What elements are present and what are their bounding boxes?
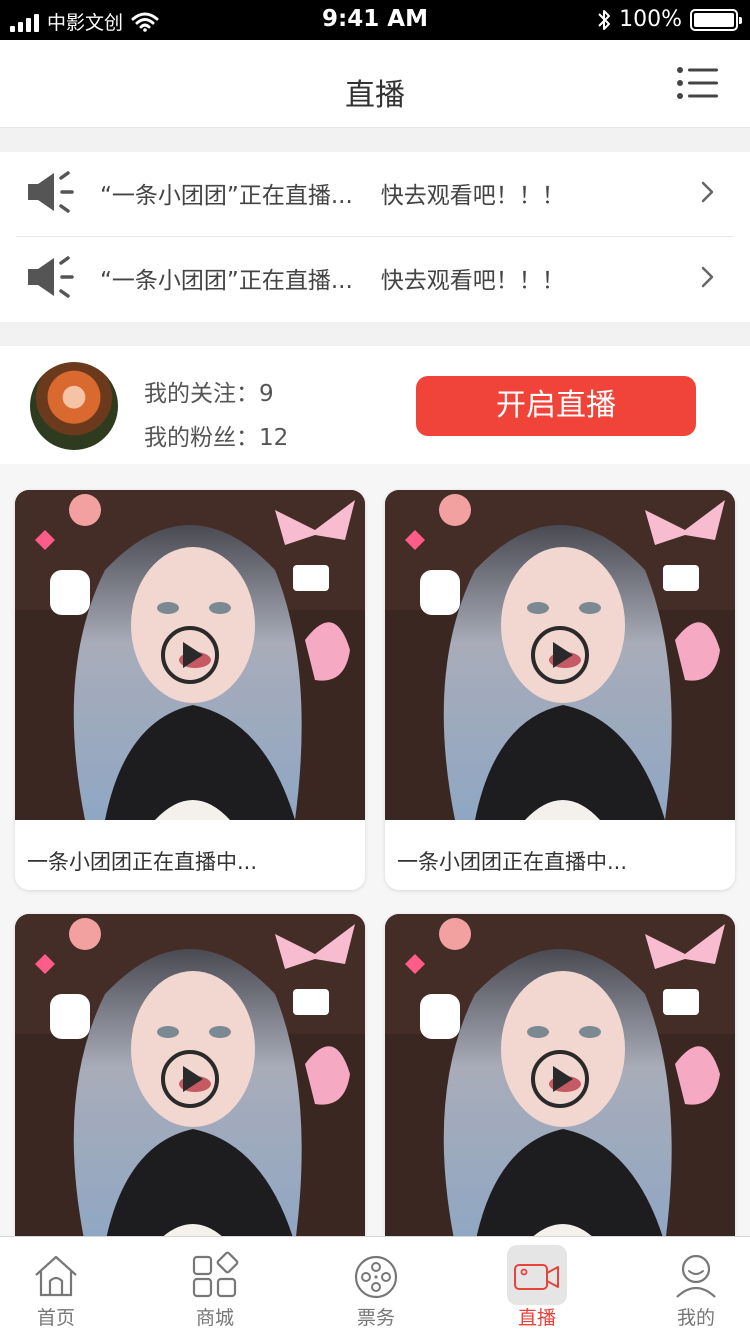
chevron-right-icon	[701, 266, 714, 288]
fans-count[interactable]: 我的粉丝：12	[144, 418, 288, 452]
speaker-icon	[28, 171, 74, 213]
tab-tickets[interactable]: 票务	[316, 1237, 436, 1334]
stream-caption: 一条小团团正在直播中...	[397, 850, 628, 874]
play-icon[interactable]	[530, 1049, 590, 1109]
stream-grid: 一条小团团正在直播中... 一条小团团正在直播中...	[0, 464, 750, 1236]
shop-icon	[192, 1251, 239, 1298]
notice-list: “一条小团团”正在直播... 快去观看吧！！！ “一条小团团”正在直播... 快去观…	[0, 152, 750, 322]
tab-mine[interactable]: 我的	[636, 1237, 750, 1334]
stream-card[interactable]: 一条小团团正在直播中...	[15, 490, 365, 890]
tab-label: 首页	[36, 1307, 75, 1329]
bluetooth-icon	[598, 9, 611, 30]
tab-label: 票务	[356, 1307, 395, 1329]
tab-home[interactable]: 首页	[0, 1237, 116, 1334]
tab-shop[interactable]: 商城	[155, 1237, 275, 1334]
tab-live[interactable]: 直播	[477, 1237, 597, 1334]
notice-item[interactable]: “一条小团团”正在直播... 快去观看吧！！！	[0, 152, 750, 237]
user-icon	[676, 1254, 716, 1298]
tab-label: 商城	[195, 1307, 234, 1329]
play-icon[interactable]	[160, 625, 220, 685]
stream-card[interactable]: 一条小团团正在直播中...	[385, 490, 735, 890]
film-reel-icon	[354, 1255, 398, 1299]
chevron-right-icon	[701, 181, 714, 203]
video-camera-icon	[514, 1264, 559, 1290]
status-right: 100%	[597, 7, 742, 32]
notice-message: “一条小团团”正在直播...	[100, 268, 353, 294]
notice-message: “一条小团团”正在直播...	[100, 183, 353, 209]
stream-caption: 一条小团团正在直播中...	[27, 850, 258, 874]
stream-card[interactable]	[15, 914, 365, 1236]
notice-item[interactable]: “一条小团团”正在直播... 快去观看吧！！！	[0, 237, 750, 322]
tab-bar: 首页 商城 票务 直播 我的	[0, 1236, 750, 1334]
tab-label: 直播	[517, 1307, 556, 1329]
notice-text: “一条小团团”正在直播... 快去观看吧！！！	[100, 261, 565, 295]
start-live-button[interactable]: 开启直播	[416, 376, 696, 436]
notice-cta: 快去观看吧！！！	[380, 183, 565, 209]
speaker-icon	[28, 256, 74, 298]
avatar[interactable]	[30, 362, 118, 450]
play-icon[interactable]	[160, 1049, 220, 1109]
profile-bar: 我的关注：9 我的粉丝：12 开启直播	[0, 346, 750, 464]
notice-text: “一条小团团”正在直播... 快去观看吧！！！	[100, 176, 565, 210]
tab-label: 我的	[676, 1307, 715, 1329]
menu-icon[interactable]	[676, 66, 718, 100]
battery-icon	[690, 8, 742, 31]
notice-cta: 快去观看吧！！！	[380, 268, 565, 294]
home-icon	[35, 1255, 77, 1297]
page-title: 直播	[345, 78, 405, 113]
play-icon[interactable]	[530, 625, 590, 685]
header: 直播	[0, 40, 750, 128]
status-bar: 中影文创 9:41 AM 100%	[0, 0, 750, 40]
battery-percent: 100%	[619, 7, 682, 32]
following-count[interactable]: 我的关注：9	[144, 374, 274, 408]
stream-card[interactable]	[385, 914, 735, 1236]
